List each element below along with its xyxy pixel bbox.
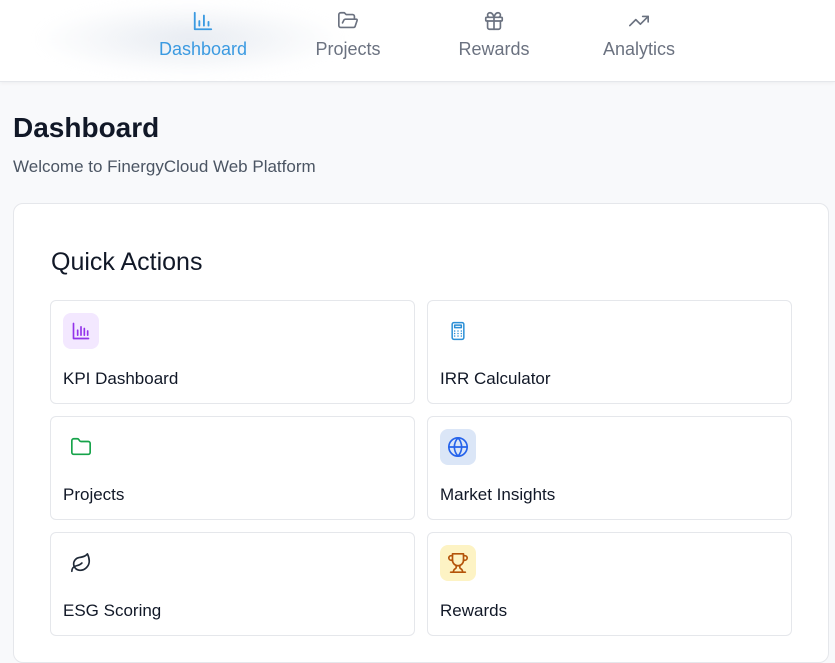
page-subtitle: Welcome to FinergyCloud Web Platform [13,157,316,176]
tab-analytics[interactable]: Analytics [594,0,684,81]
market-insights-label: Market Insights [440,485,556,504]
trophy-icon [440,545,476,581]
market-insights-tile[interactable]: Market Insights [427,416,792,520]
calculator-icon [440,313,476,349]
tab-projects[interactable]: Projects [303,0,393,81]
tab-analytics-label: Analytics [602,39,676,59]
page-title: Dashboard [13,112,160,143]
tab-rewards[interactable]: Rewards [448,0,540,81]
quick-actions-card: Quick Actions KPI Dashboard IRR Calculat… [13,203,829,663]
projects-tile[interactable]: Projects [50,416,415,520]
rewards-label: Rewards [440,601,508,620]
quick-actions-title: Quick Actions [51,248,203,276]
bar-chart-icon [63,313,99,349]
tab-dashboard[interactable]: Dashboard [157,0,249,81]
tab-dashboard-label: Dashboard [158,39,248,59]
kpi-dashboard-tile[interactable]: KPI Dashboard [50,300,415,404]
folder-open-icon [337,10,359,32]
esg-scoring-tile[interactable]: ESG Scoring [50,532,415,636]
folder-icon [63,429,99,465]
irr-calculator-label: IRR Calculator [440,369,551,388]
globe-icon [440,429,476,465]
esg-scoring-label: ESG Scoring [63,601,162,620]
bar-chart-icon [192,10,214,32]
projects-label: Projects [63,485,125,504]
trending-up-icon [628,10,650,32]
tab-projects-label: Projects [315,39,381,59]
irr-calculator-tile[interactable]: IRR Calculator [427,300,792,404]
kpi-dashboard-label: KPI Dashboard [63,369,179,388]
gift-icon [483,10,505,32]
rewards-tile[interactable]: Rewards [427,532,792,636]
leaf-icon [63,545,99,581]
tab-rewards-label: Rewards [458,39,530,59]
top-navigation: Dashboard Projects Rewards Analytics [0,0,835,82]
